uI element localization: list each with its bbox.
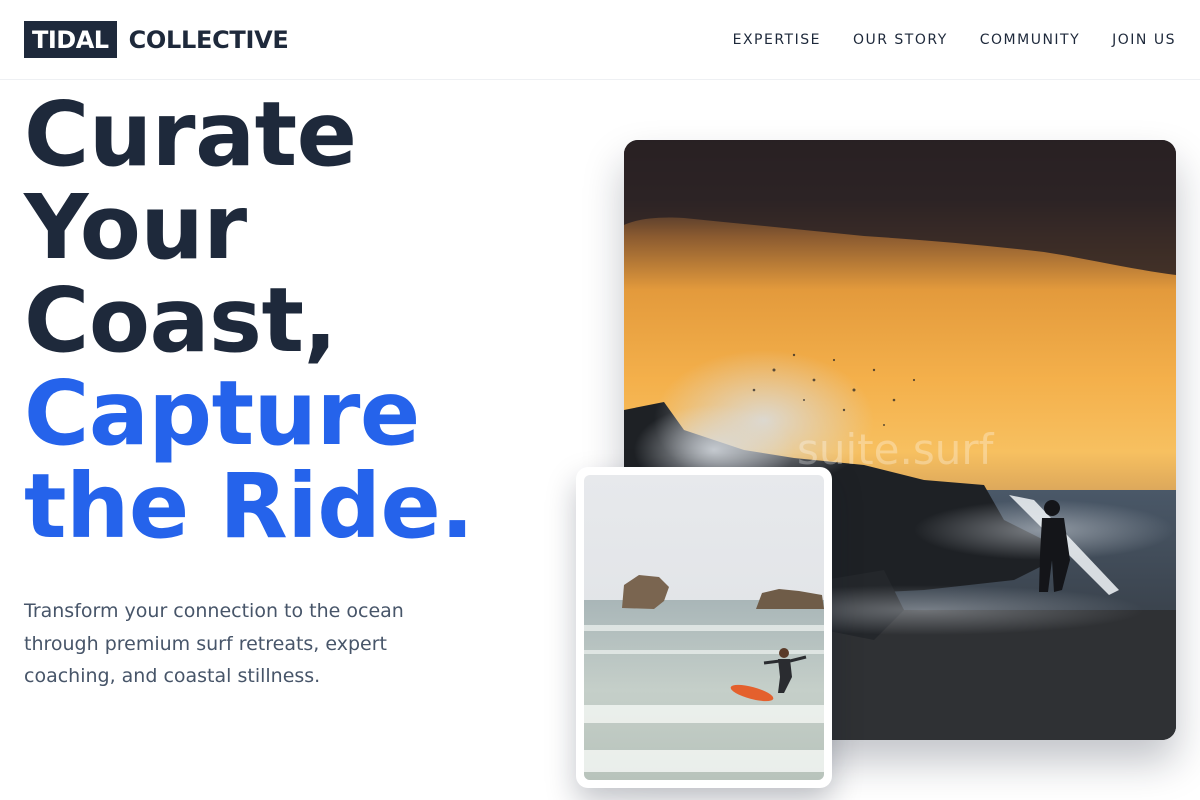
- headline-line-1: Curate: [24, 82, 357, 186]
- nav-link-expertise[interactable]: EXPERTISE: [733, 32, 821, 48]
- site-header: TIDAL COLLECTIVE EXPERTISE OUR STORY COM…: [0, 0, 1200, 80]
- logo-mark: TIDAL: [24, 21, 117, 58]
- nav-link-join-us[interactable]: JOIN US: [1112, 32, 1176, 48]
- logo-wordmark: COLLECTIVE: [128, 25, 289, 54]
- hero-secondary-photo: [576, 467, 832, 788]
- nav-link-our-story[interactable]: OUR STORY: [853, 32, 948, 48]
- photo-watermark: suite.surf: [797, 425, 994, 474]
- headline-line-5: the Ride.: [24, 454, 474, 558]
- nav-link-community[interactable]: COMMUNITY: [980, 32, 1080, 48]
- brand-logo[interactable]: TIDAL COLLECTIVE: [24, 21, 289, 58]
- hero-headline: Curate Your Coast, Capture the Ride.: [24, 88, 584, 553]
- headline-line-4: Capture: [24, 361, 420, 465]
- headline-line-2: Your: [24, 175, 247, 279]
- headline-line-3: Coast,: [24, 268, 337, 372]
- main-nav: EXPERTISE OUR STORY COMMUNITY JOIN US: [733, 0, 1176, 80]
- hero-subtext: Transform your connection to the ocean t…: [24, 600, 404, 687]
